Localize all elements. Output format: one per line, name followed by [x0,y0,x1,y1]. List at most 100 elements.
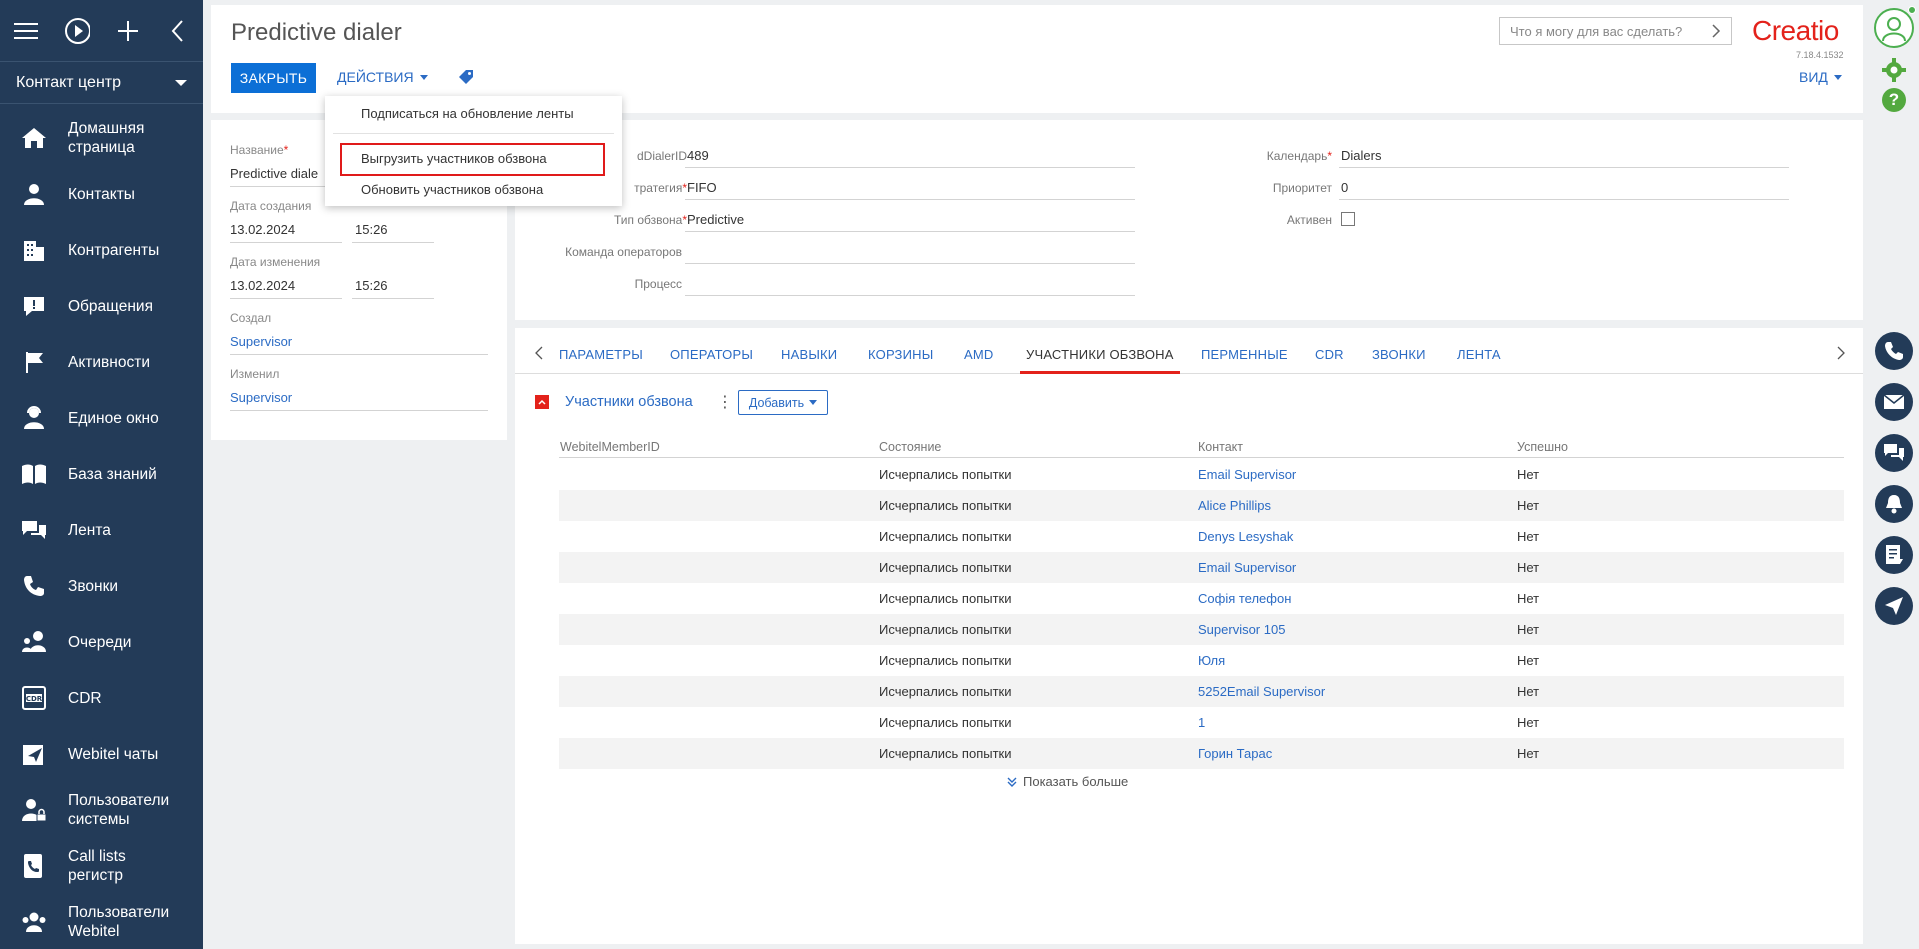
plus-icon[interactable] [116,18,140,44]
table-row[interactable]: Исчерпались попытки Горин Тарас Нет [559,738,1844,769]
divider [1339,199,1789,200]
kebab-menu-icon[interactable]: ⋮ [717,392,733,412]
column-header[interactable]: Контакт [1198,440,1243,454]
tab-skills[interactable]: НАВЫКИ [781,347,837,362]
tab-calls[interactable]: ЗВОНКИ [1372,347,1426,362]
sidebar-item-queues[interactable]: Очереди [0,614,203,670]
sidebar-item-calls[interactable]: Звонки [0,558,203,614]
tab-parameters[interactable]: ПАРАМЕТРЫ [559,347,643,362]
calendar-field[interactable]: Dialers [1341,148,1381,163]
table-cell-contact[interactable]: Alice Phillips [1198,498,1271,513]
chevron-left-icon[interactable] [535,346,543,363]
table-cell-success: Нет [1517,622,1540,637]
table-row[interactable]: Исчерпались попытки Софія телефон Нет [559,583,1844,614]
tag-icon[interactable] [458,69,474,88]
show-more-button[interactable]: Показать больше [1007,774,1128,789]
actions-button[interactable]: ДЕЙСТВИЯ [337,69,428,85]
sidebar-item-webitel-users[interactable]: Пользователи Webitel [0,894,203,949]
sidebar-item-call-lists[interactable]: Call lists регистр [0,838,203,894]
modified-by-link[interactable]: Supervisor [230,390,292,405]
column-header[interactable]: Состояние [879,440,941,454]
menu-item-refresh-members[interactable]: Обновить участников обзвона [361,182,543,197]
sidebar-item-cases[interactable]: Обращения [0,278,203,334]
table-cell-contact[interactable]: Supervisor 105 [1198,622,1285,637]
document-icon [1886,545,1903,564]
rail-tasks-button[interactable] [1875,536,1913,574]
operator-team-label: Команда операторов [565,245,682,259]
tab-members[interactable]: УЧАСТНИКИ ОБЗВОНА [1026,347,1174,362]
tab-feed[interactable]: ЛЕНТА [1457,347,1501,362]
tab-buckets[interactable]: КОРЗИНЫ [868,347,933,362]
table-row[interactable]: Исчерпались попытки 5252Email Supervisor Н… [559,676,1844,707]
sidebar-section-select[interactable]: Контакт центр [0,62,203,104]
dial-type-field[interactable]: Predictive [687,212,744,227]
send-icon [20,740,48,768]
sidebar-item-cdr[interactable]: CDR CDR [0,670,203,726]
tab-amd[interactable]: AMD [964,347,994,362]
sidebar-item-single-window[interactable]: Единое окно [0,390,203,446]
gear-icon[interactable] [1882,58,1906,85]
divider [685,167,1135,168]
table-cell-success: Нет [1517,467,1540,482]
column-header[interactable]: Успешно [1517,440,1568,454]
rail-chat-button[interactable] [1875,434,1913,472]
table-row[interactable]: Исчерпались попытки 1 Нет [559,707,1844,738]
priority-field[interactable]: 0 [1341,180,1348,195]
sidebar-item-contacts[interactable]: Контакты [0,166,203,222]
table-row[interactable]: Исчерпались попытки Email Supervisor Нет [559,552,1844,583]
active-checkbox[interactable] [1341,212,1355,226]
table-row[interactable]: Исчерпались попытки Alice Phillips Нет [559,490,1844,521]
menu-item-export-members[interactable]: Выгрузить участников обзвона [361,151,547,166]
table-row[interactable]: Исчерпались попытки Юля Нет [559,645,1844,676]
table-row[interactable]: Исчерпались попытки Email Supervisor Нет [559,459,1844,490]
tab-cdr[interactable]: CDR [1315,347,1344,362]
table-cell-contact[interactable]: Denys Lesyshak [1198,529,1293,544]
right-rail: ? [1868,0,1919,949]
menu-item-subscribe-feed[interactable]: Подписаться на обновление ленты [361,106,574,121]
table-cell-contact[interactable]: 5252Email Supervisor [1198,684,1325,699]
close-button[interactable]: ЗАКРЫТЬ [231,63,316,93]
rail-notifications-button[interactable] [1875,485,1913,523]
phone-icon [1885,342,1903,360]
rail-email-button[interactable] [1875,383,1913,421]
sidebar-item-feed[interactable]: Лента [0,502,203,558]
table-cell-contact[interactable]: Юля [1198,653,1225,668]
chevron-right-icon[interactable] [1837,346,1845,363]
table-cell-contact[interactable]: Email Supervisor [1198,560,1296,575]
column-header[interactable]: WebitelMemberID [560,440,660,454]
command-search-input[interactable]: Что я могу для вас сделать? [1499,17,1732,45]
table-row[interactable]: Исчерпались попытки Supervisor 105 Нет [559,614,1844,645]
table-cell-contact[interactable]: Софія телефон [1198,591,1291,606]
table-cell-contact[interactable]: Горин Тарас [1198,746,1272,761]
detail-title[interactable]: Участники обзвона [565,394,693,410]
sidebar-item-home[interactable]: Домашняя страница [0,110,203,166]
play-icon[interactable] [64,17,90,44]
menu-icon[interactable] [14,18,38,44]
table-cell-success: Нет [1517,591,1540,606]
collapse-icon[interactable] [535,395,549,409]
add-button[interactable]: Добавить [738,390,828,415]
chevron-left-icon[interactable] [166,18,189,44]
dialer-id-field[interactable]: 489 [687,148,709,163]
table-cell-contact[interactable]: 1 [1198,715,1205,730]
rail-send-button[interactable] [1875,587,1913,625]
home-icon [20,124,48,152]
created-by-link[interactable]: Supervisor [230,334,292,349]
help-icon[interactable]: ? [1882,88,1906,112]
sidebar-item-webitel-chats[interactable]: Webitel чаты [0,726,203,782]
rail-phone-button[interactable] [1875,332,1913,370]
strategy-field[interactable]: FIFO [687,180,717,195]
profile-avatar[interactable] [1874,8,1914,48]
table-row[interactable]: Исчерпались попытки Denys Lesyshak Нет [559,521,1844,552]
sidebar: Контакт центр Домашняя страница Контакты… [0,0,203,949]
sidebar-item-activities[interactable]: Активности [0,334,203,390]
table-cell-state: Исчерпались попытки [879,684,1012,699]
sidebar-item-system-users[interactable]: Пользователи системы [0,782,203,838]
view-button[interactable]: ВИД [1799,69,1842,85]
table-cell-contact[interactable]: Email Supervisor [1198,467,1296,482]
contact-icon [20,180,48,208]
sidebar-item-accounts[interactable]: Контрагенты [0,222,203,278]
tab-variables[interactable]: ПЕРМЕННЫЕ [1201,347,1288,362]
sidebar-item-knowledge-base[interactable]: База знаний [0,446,203,502]
tab-operators[interactable]: ОПЕРАТОРЫ [670,347,753,362]
